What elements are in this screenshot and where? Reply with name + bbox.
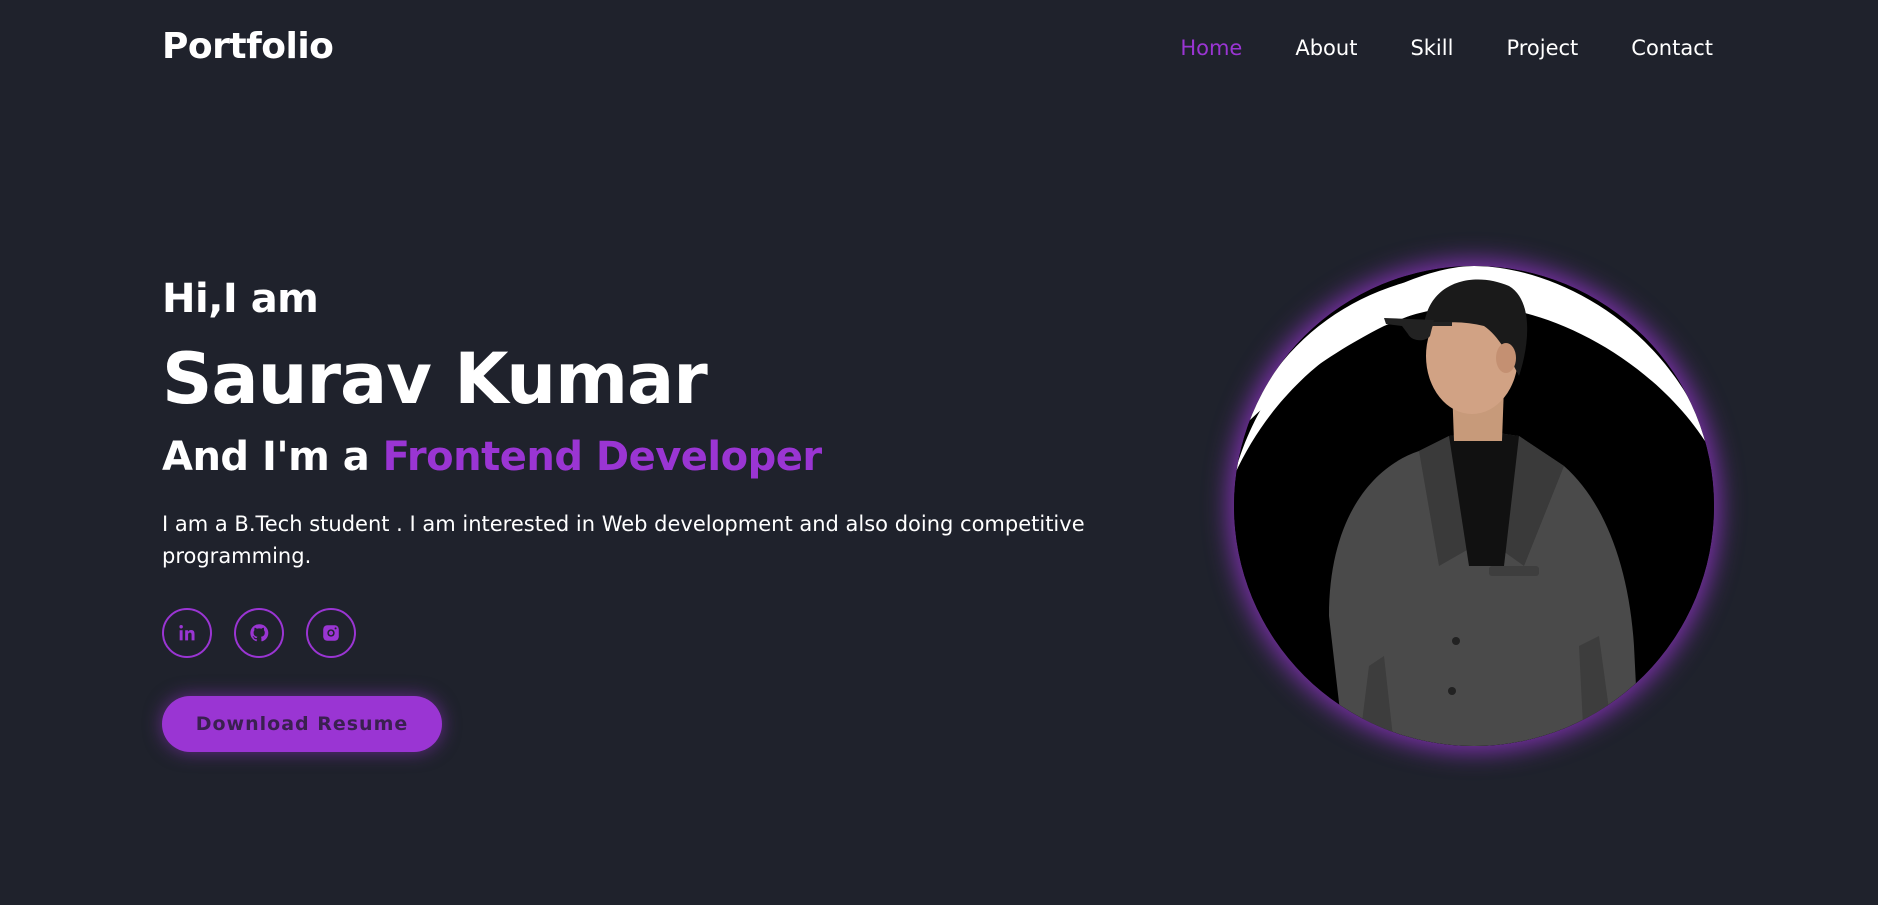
profile-photo — [1234, 266, 1714, 746]
instagram-icon — [323, 625, 339, 641]
hero-greeting: Hi,I am — [162, 276, 319, 322]
hero-description: I am a B.Tech student . I am interested … — [162, 512, 1085, 568]
site-logo[interactable]: Portfolio — [162, 26, 334, 67]
nav-project[interactable]: Project — [1506, 36, 1578, 60]
hero-name: Saurav Kumar — [162, 338, 708, 420]
instagram-link[interactable] — [306, 608, 356, 658]
linkedin-icon — [179, 625, 195, 641]
hero-section: Hi,I am Saurav Kumar And I'm a Frontend … — [162, 272, 1102, 752]
nav-home[interactable]: Home — [1180, 36, 1242, 60]
hero-role: And I'm a Frontend Developer — [162, 432, 1102, 482]
portfolio-page: Portfolio Home About Skill Project Conta… — [0, 0, 1878, 905]
social-links — [162, 608, 1102, 658]
github-link[interactable] — [234, 608, 284, 658]
github-icon — [250, 624, 269, 642]
profile-illustration — [1234, 266, 1714, 746]
role-prefix: And I'm a — [162, 434, 383, 480]
role-highlight: Frontend Developer — [382, 434, 822, 480]
download-resume-button[interactable]: Download Resume — [162, 696, 442, 752]
linkedin-link[interactable] — [162, 608, 212, 658]
nav-contact[interactable]: Contact — [1631, 36, 1713, 60]
nav-skill[interactable]: Skill — [1410, 36, 1453, 60]
main-nav: Home About Skill Project Contact — [1180, 36, 1713, 60]
nav-about[interactable]: About — [1295, 36, 1357, 60]
